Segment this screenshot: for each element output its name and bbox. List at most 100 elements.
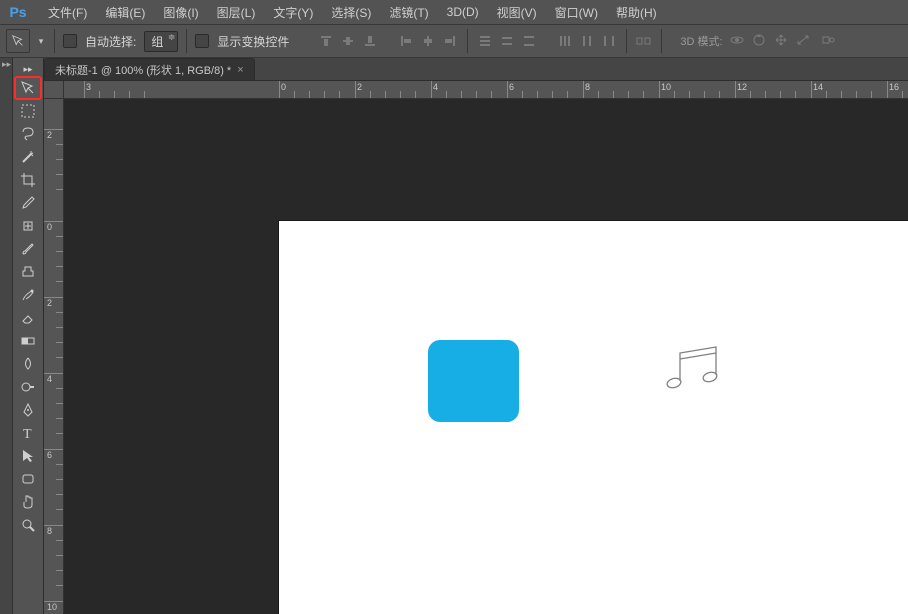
music-note-shape[interactable] xyxy=(666,341,726,398)
brush-tool[interactable] xyxy=(15,238,41,260)
eyedropper-tool[interactable] xyxy=(15,192,41,214)
align-top-icon[interactable] xyxy=(317,32,335,50)
ruler-v-label: 10 xyxy=(47,602,57,612)
pen-tool[interactable] xyxy=(15,399,41,421)
align-group-2 xyxy=(397,32,459,50)
align-left-icon[interactable] xyxy=(397,32,415,50)
menu-window[interactable]: 窗口(W) xyxy=(547,2,606,23)
ruler-h-label: 14 xyxy=(813,82,823,92)
blur-tool[interactable] xyxy=(15,353,41,375)
options-bar: ▾ 自动选择: 组 显示变换控件 3D 模式: xyxy=(0,24,908,58)
document-tab[interactable]: 未标题-1 @ 100% (形状 1, RGB/8) * × xyxy=(44,58,255,80)
menu-select[interactable]: 选择(S) xyxy=(323,2,379,23)
move-tool[interactable] xyxy=(15,77,41,99)
rounded-rectangle-shape[interactable] xyxy=(428,340,519,422)
expand-panels-icon[interactable]: ▸▸ xyxy=(2,59,11,70)
menu-filter[interactable]: 滤镜(T) xyxy=(381,2,436,23)
document-tab-title: 未标题-1 @ 100% (形状 1, RGB/8) * xyxy=(55,62,231,78)
gradient-tool[interactable] xyxy=(15,330,41,352)
history-brush-tool[interactable] xyxy=(15,284,41,306)
menu-help[interactable]: 帮助(H) xyxy=(608,2,665,23)
ruler-h-label: 2 xyxy=(357,82,362,92)
pan-3d-icon[interactable] xyxy=(773,33,789,50)
mode-3d-group: 3D 模式: xyxy=(680,33,834,50)
auto-align-icon[interactable] xyxy=(635,32,653,50)
separator xyxy=(661,29,662,53)
lasso-tool[interactable] xyxy=(15,123,41,145)
menu-layer[interactable]: 图层(L) xyxy=(209,2,264,23)
auto-select-checkbox[interactable] xyxy=(63,34,77,48)
ruler-h-label: 3 xyxy=(86,82,91,92)
app-logo: Ps xyxy=(6,3,30,21)
ruler-origin[interactable] xyxy=(44,81,64,99)
menu-view[interactable]: 视图(V) xyxy=(489,2,545,23)
ruler-v-label: 2 xyxy=(47,298,52,308)
close-tab-icon[interactable]: × xyxy=(237,64,243,76)
tools-collapse-icon[interactable]: ▸▸ xyxy=(15,62,41,76)
document-area: 未标题-1 @ 100% (形状 1, RGB/8) * × 3 0 2 4 6 8 10 1… xyxy=(44,58,908,614)
clone-stamp-tool[interactable] xyxy=(15,261,41,283)
ruler-v-label: 6 xyxy=(47,450,52,460)
rectangle-shape-tool[interactable] xyxy=(15,468,41,490)
distribute-group-2 xyxy=(556,32,618,50)
distribute-top-icon[interactable] xyxy=(476,32,494,50)
ruler-v-label: 0 xyxy=(47,222,52,232)
slide-3d-icon[interactable] xyxy=(795,33,811,50)
mode-3d-label: 3D 模式: xyxy=(680,33,722,49)
menu-3d[interactable]: 3D(D) xyxy=(439,3,487,21)
auto-select-label: 自动选择: xyxy=(83,33,138,50)
canvas-with-rulers: 302468101214161820 2024681012 xyxy=(44,81,908,614)
path-selection-tool[interactable] xyxy=(15,445,41,467)
hand-tool[interactable] xyxy=(15,491,41,513)
menu-type[interactable]: 文字(Y) xyxy=(265,2,321,23)
separator xyxy=(626,29,627,53)
scale-3d-icon[interactable] xyxy=(817,33,835,50)
healing-brush-tool[interactable] xyxy=(15,215,41,237)
auto-select-dropdown[interactable]: 组 xyxy=(144,31,178,52)
tools-panel: ▸▸ xyxy=(13,58,44,614)
align-bottom-icon[interactable] xyxy=(361,32,379,50)
distribute-right-icon[interactable] xyxy=(600,32,618,50)
menubar: Ps 文件(F) 编辑(E) 图像(I) 图层(L) 文字(Y) 选择(S) 滤… xyxy=(0,0,908,24)
distribute-hcenter-icon[interactable] xyxy=(578,32,596,50)
orbit-3d-icon[interactable] xyxy=(729,33,745,50)
show-transform-checkbox[interactable] xyxy=(195,34,209,48)
menu-edit[interactable]: 编辑(E) xyxy=(97,2,153,23)
eraser-tool[interactable] xyxy=(15,307,41,329)
menu-file[interactable]: 文件(F) xyxy=(40,2,95,23)
ruler-h-label: 6 xyxy=(509,82,514,92)
magic-wand-tool[interactable] xyxy=(15,146,41,168)
canvas-viewport[interactable] xyxy=(64,99,908,614)
zoom-tool[interactable] xyxy=(15,514,41,536)
distribute-bottom-icon[interactable] xyxy=(520,32,538,50)
ruler-v-label: 2 xyxy=(47,130,52,140)
ruler-horizontal[interactable]: 302468101214161820 xyxy=(64,81,908,99)
crop-tool[interactable] xyxy=(15,169,41,191)
distribute-left-icon[interactable] xyxy=(556,32,574,50)
ruler-h-label: 16 xyxy=(889,82,899,92)
separator xyxy=(186,29,187,53)
ruler-vertical[interactable]: 2024681012 xyxy=(44,99,64,614)
ruler-v-label: 4 xyxy=(47,374,52,384)
panel-collapse-strip[interactable]: ▸▸ xyxy=(0,58,13,614)
ruler-h-label: 8 xyxy=(585,82,590,92)
canvas[interactable] xyxy=(279,221,908,614)
svg-text:T: T xyxy=(23,427,32,441)
align-right-icon[interactable] xyxy=(441,32,459,50)
ruler-h-label: 4 xyxy=(433,82,438,92)
document-tabbar: 未标题-1 @ 100% (形状 1, RGB/8) * × xyxy=(44,58,908,81)
separator xyxy=(54,29,55,53)
roll-3d-icon[interactable] xyxy=(751,33,767,50)
tool-dropdown-icon[interactable]: ▾ xyxy=(36,36,46,47)
dodge-tool[interactable] xyxy=(15,376,41,398)
move-tool-icon xyxy=(6,29,30,53)
ruler-h-label: 0 xyxy=(281,82,286,92)
align-hcenter-icon[interactable] xyxy=(419,32,437,50)
distribute-vcenter-icon[interactable] xyxy=(498,32,516,50)
menu-image[interactable]: 图像(I) xyxy=(155,2,206,23)
distribute-group-1 xyxy=(476,32,538,50)
align-group-1 xyxy=(317,32,379,50)
type-tool[interactable]: T xyxy=(15,422,41,444)
marquee-tool[interactable] xyxy=(15,100,41,122)
align-vcenter-icon[interactable] xyxy=(339,32,357,50)
